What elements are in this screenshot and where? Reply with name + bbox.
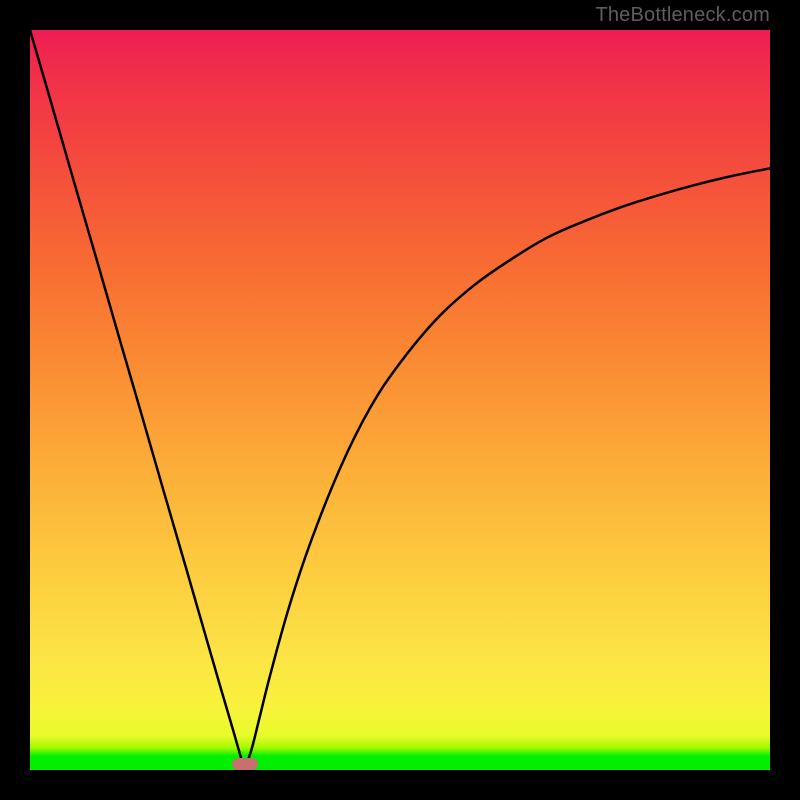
plot-area (30, 30, 770, 770)
bottleneck-curve (30, 30, 770, 770)
curve-left-branch (30, 30, 245, 770)
watermark-label: TheBottleneck.com (595, 4, 770, 27)
dip-marker (232, 758, 258, 770)
curve-right-branch (245, 168, 770, 770)
chart-frame: TheBottleneck.com (0, 0, 800, 800)
